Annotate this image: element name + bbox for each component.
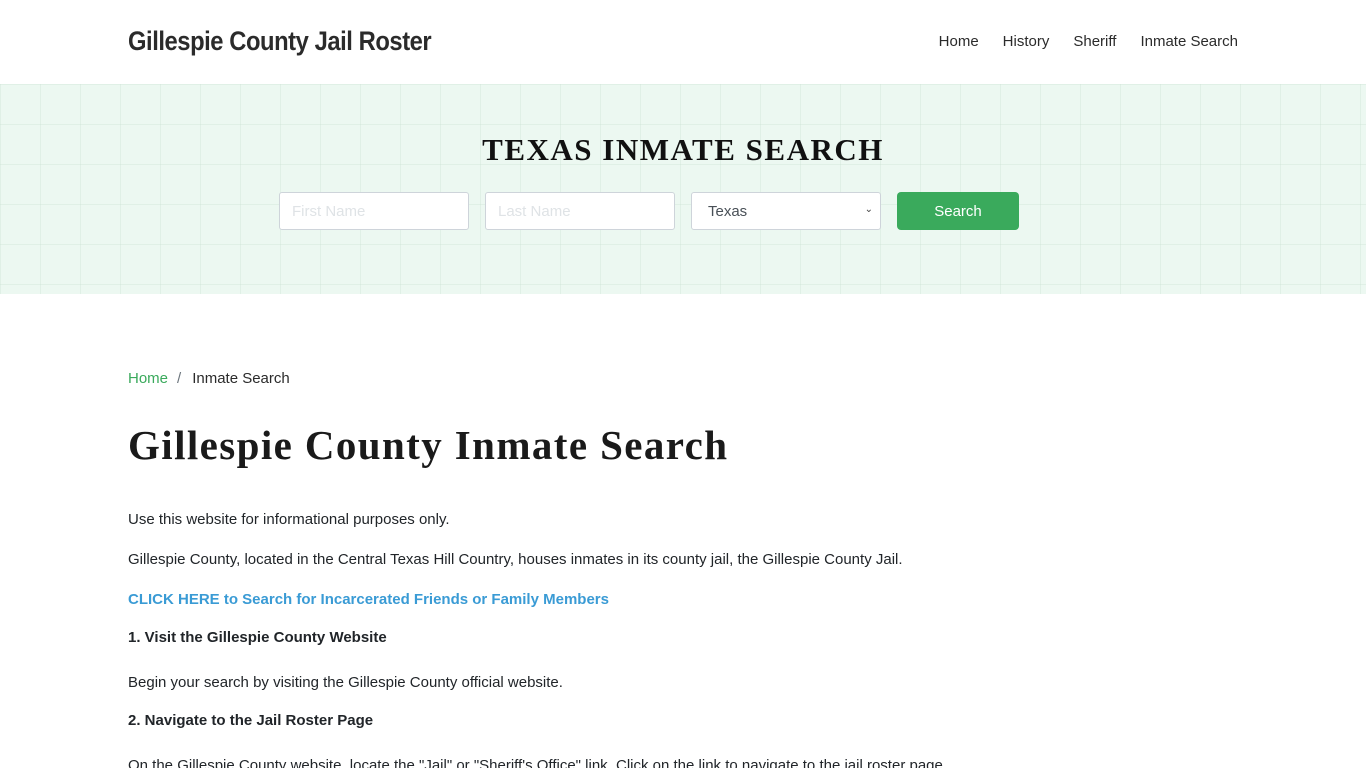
step-text: On the Gillespie County website, locate … bbox=[128, 757, 948, 768]
breadcrumb: Home / Inmate Search bbox=[128, 369, 1110, 387]
nav-sheriff[interactable]: Sheriff bbox=[1073, 33, 1116, 50]
step-text: Begin your search by visiting the Gilles… bbox=[128, 674, 563, 691]
main-content: Home / Inmate Search Gillespie County In… bbox=[0, 294, 1110, 768]
first-name-input[interactable] bbox=[279, 192, 469, 230]
site-header: Gillespie County Jail Roster Home Histor… bbox=[0, 0, 1366, 84]
search-cta-link[interactable]: CLICK HERE to Search for Incarcerated Fr… bbox=[128, 590, 1110, 610]
site-brand-link[interactable]: Gillespie County Jail Roster bbox=[128, 26, 432, 57]
state-select-wrapper: Texas ⌄ bbox=[691, 192, 881, 230]
article-body: Use this website for informational purpo… bbox=[128, 510, 1110, 768]
breadcrumb-home[interactable]: Home bbox=[128, 370, 168, 387]
breadcrumb-current: Inmate Search bbox=[192, 369, 290, 387]
step-heading: 2. Navigate to the Jail Roster Page bbox=[128, 712, 374, 729]
step-heading: 1. Visit the Gillespie County Website bbox=[128, 629, 387, 646]
intro-paragraph: Use this website for informational purpo… bbox=[128, 511, 450, 528]
main-nav: Home History Sheriff Inmate Search bbox=[915, 33, 1238, 50]
hero-search-section: TEXAS INMATE SEARCH Texas ⌄ Search bbox=[0, 84, 1366, 294]
search-button[interactable]: Search bbox=[897, 192, 1019, 230]
nav-home[interactable]: Home bbox=[939, 33, 979, 50]
hero-title: TEXAS INMATE SEARCH bbox=[482, 132, 884, 167]
description-paragraph: Gillespie County, located in the Central… bbox=[128, 551, 903, 568]
inmate-search-form: Texas ⌄ Search bbox=[279, 192, 1019, 230]
nav-inmate-search[interactable]: Inmate Search bbox=[1140, 33, 1238, 50]
state-select[interactable]: Texas bbox=[691, 192, 881, 230]
nav-history[interactable]: History bbox=[1003, 33, 1050, 50]
last-name-input[interactable] bbox=[485, 192, 675, 230]
page-title: Gillespie County Inmate Search bbox=[128, 422, 729, 468]
breadcrumb-separator: / bbox=[177, 369, 182, 387]
